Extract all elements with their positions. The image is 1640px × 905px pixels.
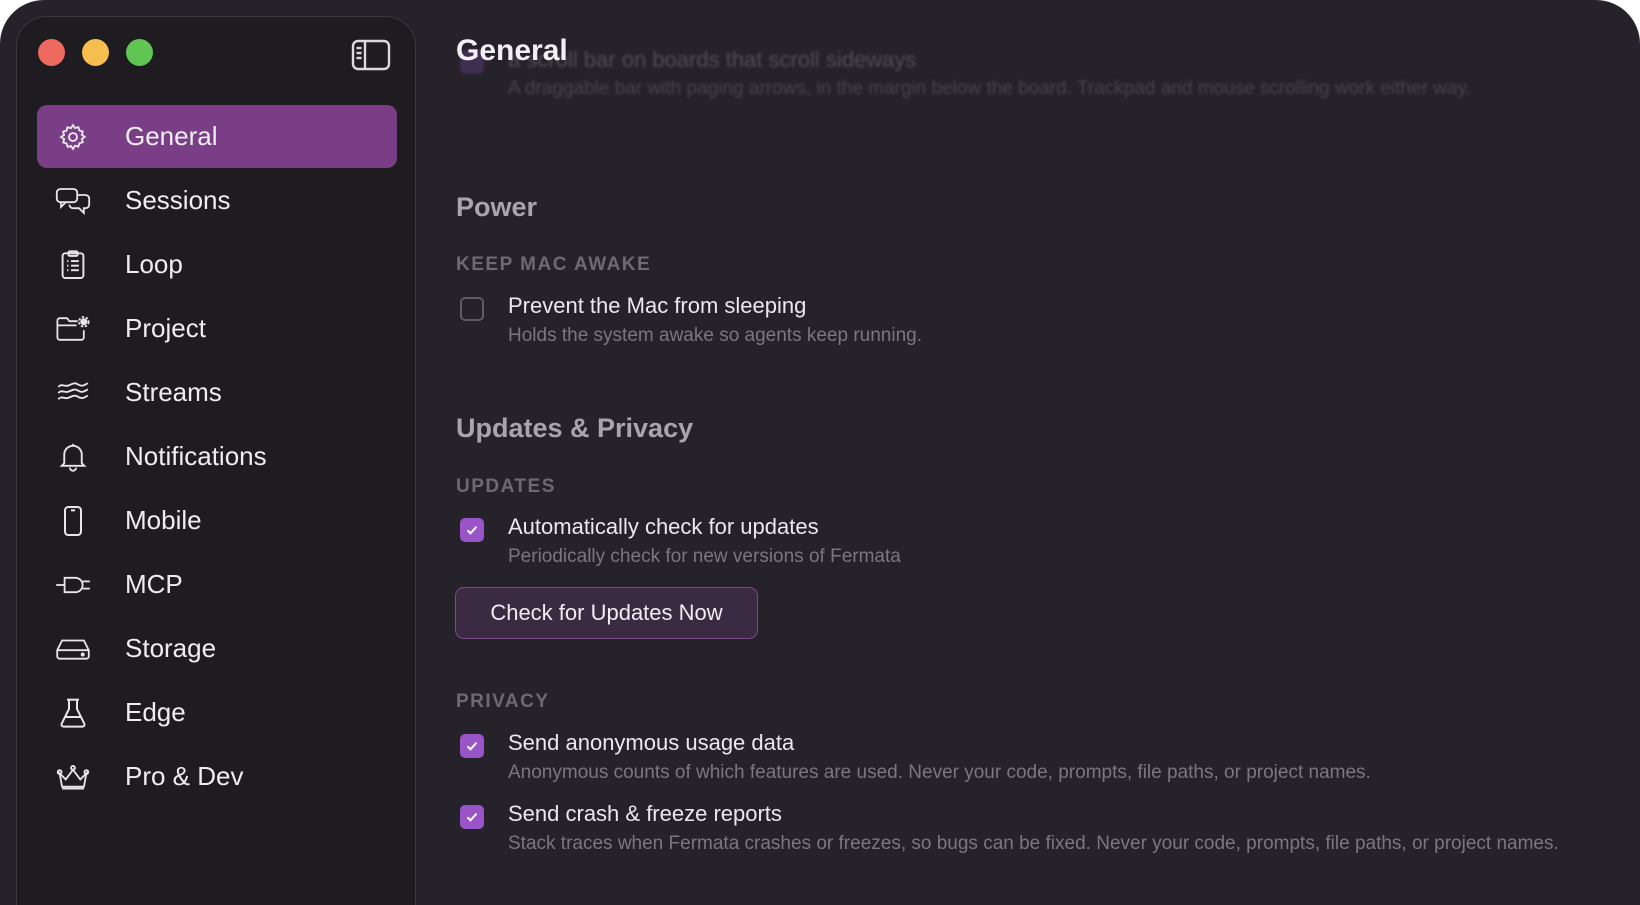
option-desc: Stack traces when Fermata crashes or fre… — [508, 833, 1559, 854]
sidebar-item-notifications[interactable]: Notifications — [37, 425, 397, 488]
minimize-button[interactable] — [82, 39, 109, 66]
check-updates-button[interactable]: Check for Updates Now — [455, 587, 758, 639]
sidebar-item-label: MCP — [125, 569, 183, 599]
sidebar-item-pro-dev[interactable]: Pro & Dev — [37, 745, 397, 808]
sidebar-item-sessions[interactable]: Sessions — [37, 169, 397, 232]
sidebar-item-label: Streams — [125, 377, 222, 407]
usage-data-checkbox[interactable] — [460, 734, 484, 758]
waves-icon — [55, 375, 91, 411]
sidebar-item-mobile[interactable]: Mobile — [37, 489, 397, 552]
sidebar-item-project[interactable]: Project — [37, 297, 397, 360]
plug-icon — [55, 567, 91, 603]
close-button[interactable] — [38, 39, 65, 66]
sidebar-toggle-icon[interactable] — [351, 39, 391, 71]
sidebar-item-streams[interactable]: Streams — [37, 361, 397, 424]
group-label-privacy: PRIVACY — [456, 691, 550, 712]
traffic-lights — [38, 39, 153, 66]
settings-window: a scroll bar on boards that scroll sidew… — [0, 0, 1640, 905]
sidebar-item-general[interactable]: General — [37, 105, 397, 168]
bell-icon — [55, 439, 91, 475]
page-title: General — [456, 34, 568, 67]
sidebar-item-label: Mobile — [125, 505, 202, 535]
crash-reports-checkbox[interactable] — [460, 805, 484, 829]
chat-bubbles-icon — [55, 183, 91, 219]
section-title-updates-privacy: Updates & Privacy — [456, 413, 694, 443]
option-desc: Holds the system awake so agents keep ru… — [508, 325, 923, 346]
option-desc: Periodically check for new versions of F… — [508, 546, 901, 567]
option-desc: Anonymous counts of which features are u… — [508, 762, 1371, 783]
sidebar: General Sessions Loop Project Streams No… — [16, 16, 416, 905]
scrolled-option-desc: A draggable bar with paging arrows, in t… — [508, 78, 1471, 99]
sidebar-item-label: Project — [125, 313, 206, 343]
flask-icon — [55, 695, 91, 731]
clipboard-list-icon — [55, 247, 91, 283]
option-title: Send anonymous usage data — [508, 730, 795, 755]
sidebar-item-label: General — [125, 121, 218, 151]
zoom-button[interactable] — [126, 39, 153, 66]
sidebar-item-storage[interactable]: Storage — [37, 617, 397, 680]
auto-update-checkbox[interactable] — [460, 518, 484, 542]
sidebar-item-label: Pro & Dev — [125, 761, 244, 791]
drive-icon — [55, 631, 91, 667]
sidebar-item-label: Storage — [125, 633, 217, 663]
prevent-sleep-checkbox[interactable] — [460, 297, 484, 321]
sidebar-item-loop[interactable]: Loop — [37, 233, 397, 296]
folder-gear-icon — [55, 311, 91, 347]
sidebar-item-label: Edge — [125, 697, 186, 727]
scrolled-option-title: a scroll bar on boards that scroll sidew… — [508, 47, 917, 72]
checkmark-icon — [466, 526, 478, 535]
group-label-updates: UPDATES — [456, 476, 556, 497]
sidebar-item-mcp[interactable]: MCP — [37, 553, 397, 616]
group-label-keep-awake: KEEP MAC AWAKE — [456, 254, 652, 275]
sidebar-item-label: Loop — [125, 249, 183, 279]
checkmark-icon — [466, 742, 478, 751]
sidebar-item-label: Sessions — [125, 185, 231, 215]
gear-icon — [55, 119, 91, 155]
option-title: Automatically check for updates — [508, 514, 819, 539]
section-title-power: Power — [456, 192, 538, 222]
checkmark-icon — [466, 813, 478, 822]
phone-icon — [55, 503, 91, 539]
crown-icon — [55, 759, 91, 795]
option-title: Prevent the Mac from sleeping — [508, 293, 807, 318]
sidebar-item-edge[interactable]: Edge — [37, 681, 397, 744]
sidebar-nav: General Sessions Loop Project Streams No… — [37, 105, 397, 809]
option-title: Send crash & freeze reports — [508, 801, 782, 826]
sidebar-item-label: Notifications — [125, 441, 267, 471]
